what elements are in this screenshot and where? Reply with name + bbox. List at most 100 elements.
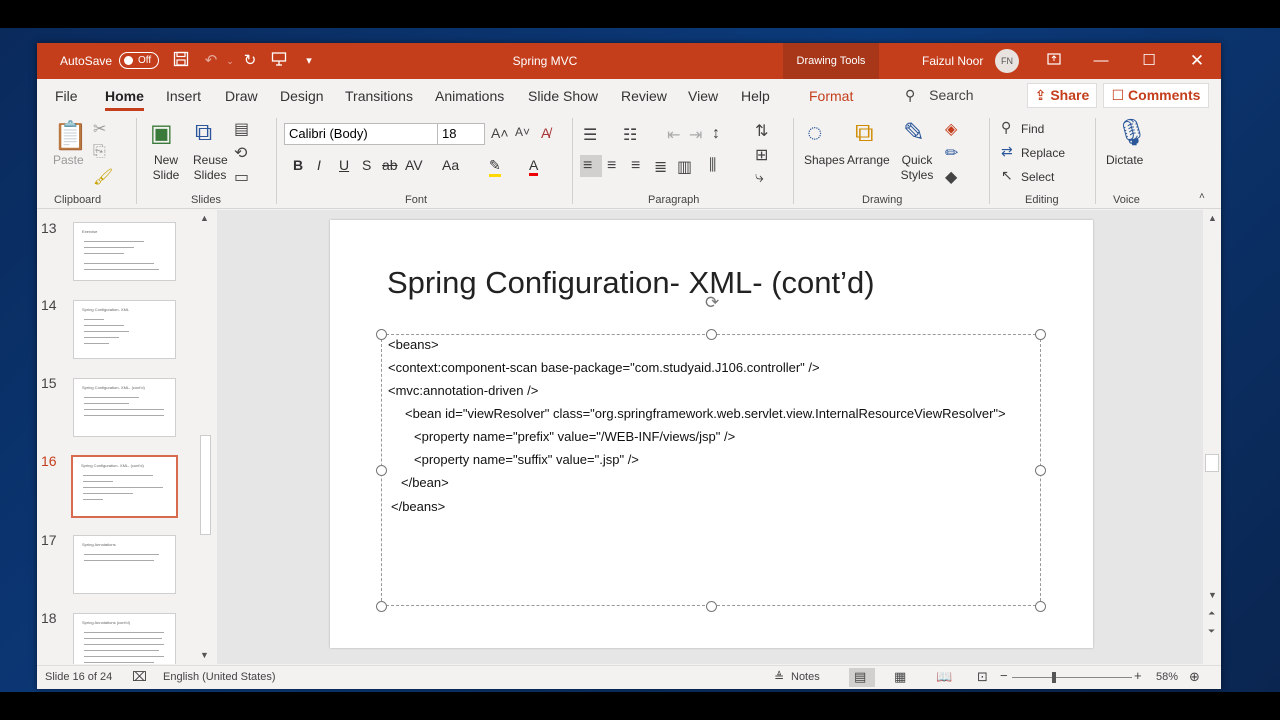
shapes-icon[interactable]: ◌ bbox=[807, 117, 822, 148]
tab-transitions[interactable]: Transitions bbox=[345, 88, 413, 104]
select-button[interactable]: Select bbox=[1021, 170, 1054, 185]
paste-button[interactable]: Paste bbox=[53, 153, 84, 168]
text-direction-icon[interactable]: ⇅ bbox=[755, 121, 768, 141]
zoom-in-icon[interactable]: + bbox=[1134, 668, 1142, 683]
decrease-font-icon[interactable]: A˅ bbox=[515, 125, 530, 139]
tab-view[interactable]: View bbox=[688, 88, 718, 104]
tab-design[interactable]: Design bbox=[280, 88, 324, 104]
cut-icon[interactable]: ✂ bbox=[93, 119, 106, 139]
font-color-icon[interactable]: A bbox=[529, 157, 539, 176]
notes-icon[interactable]: ≜ bbox=[774, 670, 784, 684]
tab-slide-show[interactable]: Slide Show bbox=[528, 88, 598, 104]
arrange-button[interactable]: Arrange bbox=[847, 153, 890, 168]
maximize-icon[interactable]: ☐ bbox=[1126, 43, 1172, 79]
comments-button[interactable]: ☐ Comments bbox=[1103, 83, 1209, 108]
resize-handle[interactable] bbox=[1035, 601, 1046, 612]
tab-home[interactable]: Home bbox=[105, 88, 144, 111]
resize-handle[interactable] bbox=[1035, 465, 1046, 476]
justify-icon[interactable]: ≣ bbox=[654, 157, 667, 177]
user-name[interactable]: Faizul Noor bbox=[922, 54, 983, 68]
accessibility-icon[interactable]: ⌧ bbox=[132, 669, 147, 685]
slide-canvas[interactable]: Spring Configuration- XML- (cont’d) ⟳ <b… bbox=[330, 220, 1093, 648]
reuse-slides-button[interactable]: Reuse Slides bbox=[193, 153, 228, 183]
previous-slide-icon[interactable]: ⏶ bbox=[1208, 608, 1215, 619]
fit-to-window-icon[interactable]: ⊕ bbox=[1189, 669, 1200, 685]
bold-icon[interactable]: B bbox=[293, 157, 303, 173]
resize-handle[interactable] bbox=[706, 601, 717, 612]
slide-thumbnail[interactable]: Spring Annotations bbox=[73, 535, 176, 594]
tab-insert[interactable]: Insert bbox=[166, 88, 201, 104]
share-button[interactable]: ⇪ Share bbox=[1027, 83, 1097, 108]
scrollbar-thumb[interactable] bbox=[200, 435, 211, 535]
format-painter-icon[interactable]: 🖌 bbox=[93, 167, 113, 187]
reset-icon[interactable]: ⟲ bbox=[234, 143, 247, 163]
notes-button[interactable]: Notes bbox=[791, 671, 820, 683]
thumbnails-scrollbar[interactable]: ▲ ▼ bbox=[197, 210, 214, 664]
new-slide-icon[interactable]: ▣ bbox=[150, 119, 173, 148]
columns-icon[interactable]: ⫼ bbox=[709, 157, 716, 175]
slideshow-icon[interactable]: ⊡ bbox=[977, 669, 988, 685]
resize-handle[interactable] bbox=[706, 329, 717, 340]
select-icon[interactable]: ↖ bbox=[1001, 167, 1013, 184]
slide-thumbnail[interactable]: Exercise bbox=[73, 222, 176, 281]
increase-indent-icon[interactable]: ⇥ bbox=[689, 125, 702, 145]
slide-thumbnail-active[interactable]: Spring Configuration- XML- (cont'd) bbox=[71, 455, 178, 518]
slide-thumbnail[interactable]: Spring Configuration- XML- (cont'd) bbox=[73, 378, 176, 437]
shape-outline-icon[interactable]: ✏ bbox=[945, 143, 958, 163]
change-case-icon[interactable]: Aa bbox=[442, 157, 459, 173]
tab-help[interactable]: Help bbox=[741, 88, 770, 104]
collapse-ribbon-icon[interactable]: ˄ bbox=[1199, 191, 1205, 202]
tab-review[interactable]: Review bbox=[621, 88, 667, 104]
editor-scrollbar[interactable]: ▲ ▼ ⏶ ⏷ bbox=[1203, 210, 1221, 664]
avatar[interactable]: FN bbox=[995, 49, 1019, 73]
new-slide-button[interactable]: New Slide bbox=[151, 153, 181, 183]
smartart-icon[interactable]: ⤷ bbox=[755, 169, 764, 187]
quick-styles-button[interactable]: Quick Styles bbox=[895, 153, 939, 183]
character-spacing-icon[interactable]: AV bbox=[405, 157, 423, 173]
shape-effects-icon[interactable]: ◆ bbox=[945, 167, 957, 187]
rotate-handle-icon[interactable]: ⟳ bbox=[705, 293, 719, 313]
numbering-icon[interactable]: ☷ bbox=[623, 125, 637, 145]
zoom-slider[interactable] bbox=[1012, 677, 1132, 678]
slide-sorter-icon[interactable]: ▦ bbox=[894, 669, 906, 685]
paste-icon[interactable]: 📋 bbox=[53, 119, 88, 152]
shape-fill-icon[interactable]: ◈ bbox=[945, 119, 957, 139]
align-right-icon[interactable]: ≡ bbox=[631, 157, 640, 175]
scrollbar-thumb[interactable] bbox=[1205, 454, 1219, 472]
scroll-up-icon[interactable]: ▲ bbox=[1208, 213, 1217, 223]
decrease-indent-icon[interactable]: ⇤ bbox=[667, 125, 680, 145]
distributed-icon[interactable]: ▥ bbox=[677, 157, 692, 177]
replace-button[interactable]: Replace bbox=[1021, 146, 1065, 161]
line-spacing-icon[interactable]: ↕ bbox=[712, 125, 720, 143]
highlight-icon[interactable]: ✎ bbox=[489, 157, 501, 177]
align-center-icon[interactable]: ≡ bbox=[607, 157, 616, 175]
tab-draw[interactable]: Draw bbox=[225, 88, 258, 104]
scroll-down-icon[interactable]: ▼ bbox=[1208, 590, 1217, 600]
normal-view-icon[interactable]: ▤ bbox=[854, 669, 866, 685]
clear-formatting-icon[interactable]: A̸ bbox=[541, 125, 550, 141]
align-left-icon[interactable]: ≡ bbox=[583, 157, 592, 175]
section-icon[interactable]: ▭ bbox=[234, 167, 249, 187]
shapes-button[interactable]: Shapes bbox=[804, 153, 845, 168]
ribbon-display-icon[interactable] bbox=[1031, 43, 1077, 79]
italic-icon[interactable]: I bbox=[317, 157, 321, 173]
microphone-icon[interactable]: 🎙 bbox=[1115, 117, 1148, 148]
bullets-icon[interactable]: ☰ bbox=[583, 125, 597, 145]
search-box[interactable]: ⚲ Search bbox=[905, 87, 974, 104]
reuse-slides-icon[interactable]: ⧉ bbox=[195, 119, 212, 147]
layout-icon[interactable]: ▤ bbox=[234, 119, 249, 139]
find-icon[interactable]: ⚲ bbox=[1001, 119, 1011, 136]
code-textbox[interactable]: ⟳ <beans> <context:component-scan base-p… bbox=[376, 293, 1046, 612]
next-slide-icon[interactable]: ⏷ bbox=[1208, 626, 1215, 637]
resize-handle[interactable] bbox=[376, 329, 387, 340]
find-button[interactable]: Find bbox=[1021, 122, 1044, 137]
quick-styles-icon[interactable]: ✎ bbox=[903, 117, 925, 148]
zoom-out-icon[interactable]: − bbox=[1000, 668, 1008, 683]
resize-handle[interactable] bbox=[376, 465, 387, 476]
shadow-icon[interactable]: S bbox=[362, 157, 371, 173]
font-size-select[interactable]: 18 bbox=[437, 123, 485, 145]
underline-icon[interactable]: U bbox=[339, 157, 349, 173]
language-indicator[interactable]: English (United States) bbox=[163, 671, 276, 683]
minimize-icon[interactable]: — bbox=[1078, 43, 1124, 79]
scroll-down-icon[interactable]: ▼ bbox=[200, 650, 209, 660]
